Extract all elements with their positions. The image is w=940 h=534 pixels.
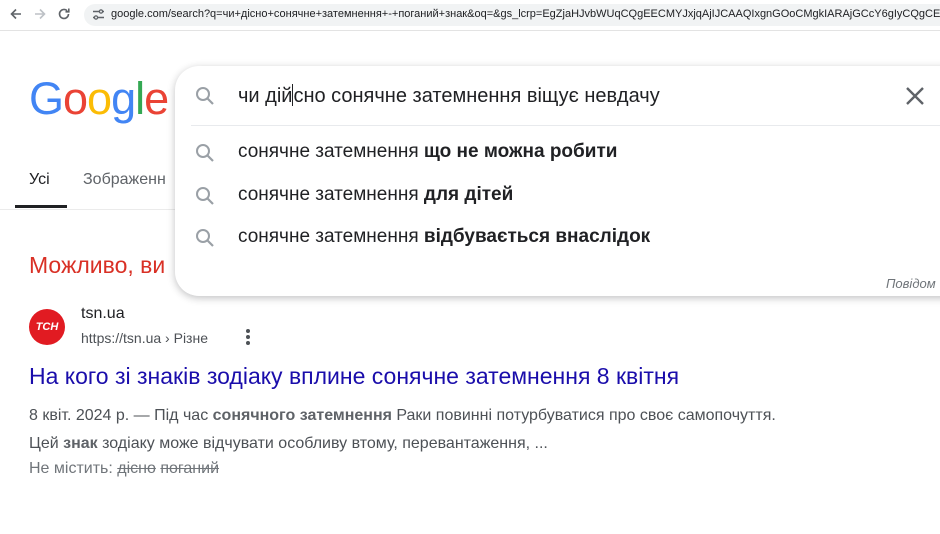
- query-text-before-cursor: чи дій: [238, 85, 293, 107]
- suggestion-text: сонячне затемнення відбувається внаслідо…: [238, 226, 650, 248]
- result-title-link[interactable]: На кого зі знаків зодіаку вплине сонячне…: [29, 363, 679, 390]
- site-favicon[interactable]: ТСН: [29, 309, 65, 345]
- missing-word[interactable]: поганий: [160, 460, 219, 477]
- search-divider: [191, 125, 940, 126]
- search-icon: [195, 186, 215, 211]
- search-icon: [195, 228, 215, 253]
- result-snippet: 8 квіт. 2024 р. — Під час сонячного зате…: [29, 402, 809, 458]
- google-logo[interactable]: Google: [29, 73, 169, 124]
- forward-icon[interactable]: [30, 5, 50, 25]
- logo-letter: o: [63, 73, 88, 124]
- active-tab-indicator: [15, 205, 67, 208]
- snippet-highlight: сонячного затемнення: [212, 407, 392, 424]
- site-settings-icon[interactable]: [92, 8, 105, 26]
- suggestion-completion: відбувається внаслідок: [423, 226, 651, 247]
- suggestion-text: сонячне затемнення для дітей: [238, 184, 513, 206]
- suggestion-item[interactable]: сонячне затемнення що не можна робити: [175, 133, 940, 173]
- reload-icon[interactable]: [54, 5, 74, 25]
- report-link[interactable]: Повідом: [886, 276, 936, 291]
- result-site-url[interactable]: https://tsn.ua › Різне: [81, 330, 208, 346]
- search-icon: [195, 143, 215, 168]
- search-input[interactable]: чи дійсно сонячне затемнення віщує невда…: [238, 84, 660, 108]
- result-site-name[interactable]: tsn.ua: [81, 305, 125, 323]
- search-autocomplete-panel: чи дійсно сонячне затемнення віщує невда…: [175, 66, 940, 296]
- logo-letter: l: [135, 73, 145, 124]
- logo-letter: o: [87, 73, 112, 124]
- clear-icon[interactable]: [904, 85, 926, 107]
- snippet-highlight: знак: [63, 435, 98, 452]
- missing-terms: Не містить: дісно поганий: [29, 460, 219, 478]
- missing-label: Не містить:: [29, 460, 118, 477]
- snippet-date: 8 квіт. 2024 р. —: [29, 407, 155, 424]
- logo-letter: g: [111, 73, 136, 124]
- suggestion-item[interactable]: сонячне затемнення відбувається внаслідо…: [175, 218, 940, 258]
- search-icon: [195, 86, 215, 111]
- did-you-mean[interactable]: Можливо, ви: [29, 252, 165, 279]
- suggestion-prefix: сонячне затемнення: [238, 141, 424, 162]
- suggestion-prefix: сонячне затемнення: [238, 226, 424, 247]
- snippet-text: Під час: [154, 407, 213, 424]
- logo-letter: G: [29, 73, 64, 124]
- logo-letter: e: [144, 73, 169, 124]
- address-url: google.com/search?q=чи+дісно+сонячне+зат…: [111, 8, 940, 20]
- suggestion-completion: для дітей: [423, 184, 514, 205]
- tab-images[interactable]: Зображенн: [83, 171, 166, 189]
- missing-word[interactable]: дісно: [117, 460, 156, 477]
- tab-all[interactable]: Усі: [29, 171, 50, 189]
- query-text-after-cursor: сно сонячне затемнення віщує невдачу: [293, 85, 660, 107]
- browser-toolbar: google.com/search?q=чи+дісно+сонячне+зат…: [0, 0, 940, 31]
- snippet-text: зодіаку може відчувати особливу втому, п…: [97, 435, 548, 452]
- suggestion-item[interactable]: сонячне затемнення для дітей: [175, 176, 940, 216]
- suggestion-text: сонячне затемнення що не можна робити: [238, 141, 617, 163]
- more-options-icon[interactable]: [243, 329, 253, 349]
- suggestion-prefix: сонячне затемнення: [238, 184, 424, 205]
- address-bar[interactable]: google.com/search?q=чи+дісно+сонячне+зат…: [84, 4, 940, 26]
- back-icon[interactable]: [6, 5, 26, 25]
- suggestion-completion: що не можна робити: [423, 141, 618, 162]
